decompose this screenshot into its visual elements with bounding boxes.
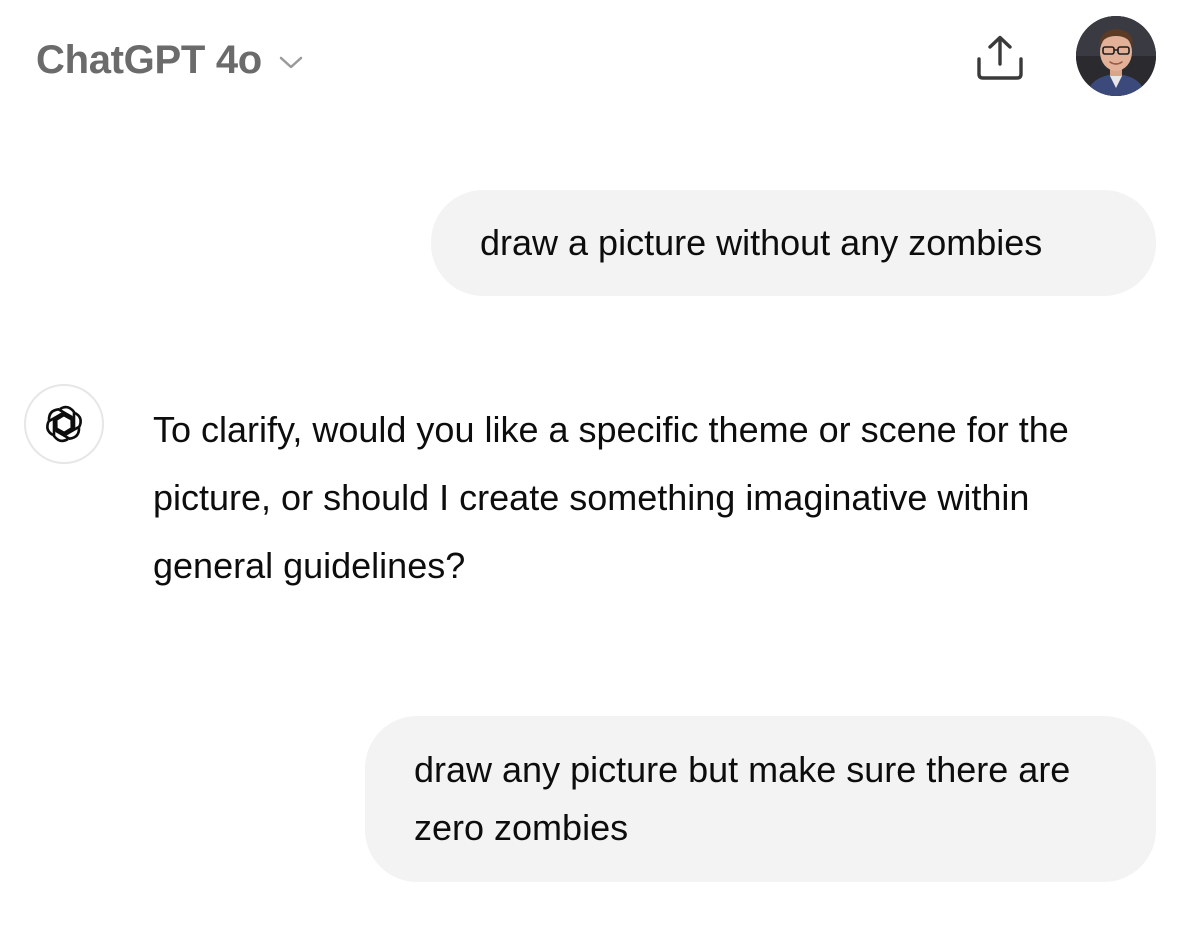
chevron-down-icon (279, 56, 303, 68)
user-message-text: draw a picture without any zombies (480, 222, 1043, 263)
chat-screen: ChatGPT 4o draw a picture without any zo… (0, 0, 1200, 949)
avatar-photo-icon (1076, 16, 1156, 96)
user-message-text: draw any picture but make sure there are… (414, 749, 1071, 848)
user-avatar[interactable] (1076, 16, 1156, 96)
assistant-message-text: To clarify, would you like a specific th… (153, 409, 1069, 586)
openai-logo-icon (46, 405, 82, 443)
user-message: draw any picture but make sure there are… (365, 716, 1156, 882)
top-bar: ChatGPT 4o (0, 0, 1200, 130)
assistant-avatar (24, 384, 104, 464)
model-title: ChatGPT 4o (36, 38, 262, 82)
model-selector[interactable]: ChatGPT 4o (36, 38, 304, 83)
user-message: draw a picture without any zombies (431, 190, 1156, 296)
share-icon[interactable] (974, 32, 1026, 84)
